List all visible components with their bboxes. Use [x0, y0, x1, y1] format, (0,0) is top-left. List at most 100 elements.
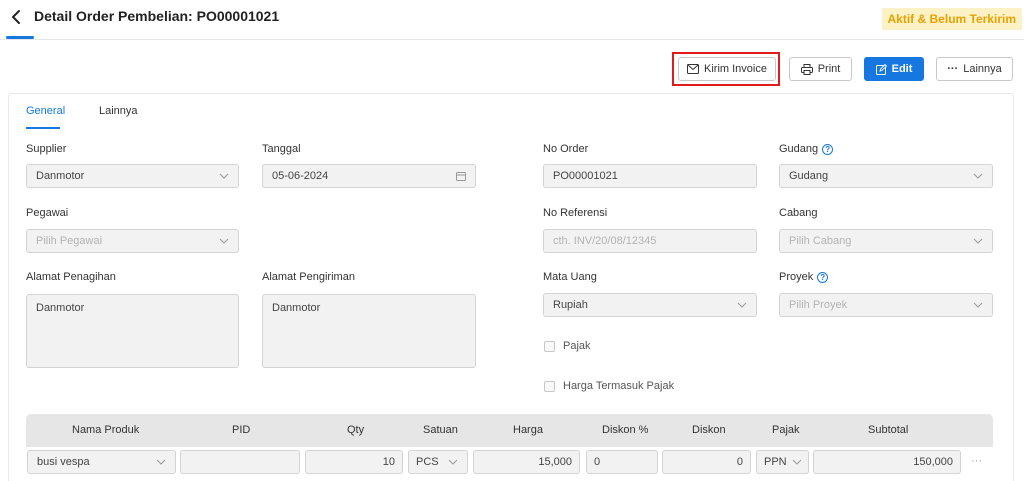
- no-referensi-input[interactable]: cth. INV/20/08/12345: [543, 229, 757, 253]
- diskon-input[interactable]: 0: [662, 450, 751, 474]
- tanggal-label: Tanggal: [262, 143, 301, 155]
- pegawai-placeholder: Pilih Pegawai: [36, 235, 103, 247]
- mata-uang-select[interactable]: Rupiah: [543, 293, 757, 317]
- no-order-value: PO00001021: [553, 170, 618, 182]
- gudang-label: Gudang ?: [779, 143, 834, 155]
- supplier-label: Supplier: [26, 143, 66, 155]
- column-header: PID: [232, 424, 251, 436]
- gudang-label-text: Gudang: [779, 143, 819, 155]
- pajak-select[interactable]: PPN: [756, 450, 809, 474]
- tab-lainnya[interactable]: Lainnya: [99, 105, 138, 117]
- pajak-value: PPN: [764, 456, 787, 468]
- harga-termasuk-pajak-checkbox[interactable]: [544, 380, 555, 392]
- harga-termasuk-pajak-row[interactable]: Harga Termasuk Pajak: [544, 380, 674, 392]
- mata-uang-value: Rupiah: [553, 299, 588, 311]
- gudang-value: Gudang: [789, 170, 829, 182]
- supplier-select[interactable]: Danmotor: [26, 164, 239, 188]
- proyek-select[interactable]: Pilih Proyek: [779, 293, 993, 317]
- edit-icon: [875, 63, 887, 75]
- pid-input[interactable]: [180, 450, 300, 474]
- calendar-icon: [456, 172, 466, 181]
- tanggal-value: 05-06-2024: [272, 170, 329, 182]
- page-header: Detail Order Pembelian: PO00001021 Aktif…: [0, 0, 1024, 40]
- qty-input[interactable]: 10: [305, 450, 403, 474]
- mata-uang-label: Mata Uang: [543, 271, 597, 283]
- alamat-pengiriman-textarea[interactable]: Danmotor: [262, 294, 476, 368]
- page-title: Detail Order Pembelian: PO00001021: [34, 8, 280, 24]
- pegawai-label: Pegawai: [26, 207, 68, 219]
- more-dots-icon: ···: [947, 63, 959, 75]
- cabang-label-text: Cabang: [779, 207, 818, 219]
- alamat-pengiriman-value: Danmotor: [272, 302, 321, 314]
- product-select[interactable]: busi vespa: [27, 450, 176, 474]
- column-header: Pajak: [772, 424, 800, 436]
- more-button[interactable]: ··· Lainnya: [936, 57, 1013, 81]
- subtotal-field: 150,000: [813, 450, 961, 474]
- pajak-checkbox-row[interactable]: Pajak: [544, 340, 591, 352]
- title-underline: [6, 36, 34, 39]
- print-label: Print: [817, 63, 841, 75]
- no-referensi-label-text: No Referensi: [543, 207, 608, 219]
- column-header: Harga: [513, 424, 543, 436]
- harga-termasuk-pajak-label: Harga Termasuk Pajak: [563, 380, 675, 392]
- tanggal-date-input[interactable]: 05-06-2024: [262, 164, 476, 188]
- proyek-placeholder: Pilih Proyek: [789, 299, 848, 311]
- pajak-checkbox-label: Pajak: [563, 340, 591, 352]
- harga-input[interactable]: 15,000: [473, 450, 580, 474]
- chevron-down-icon: [792, 459, 802, 465]
- edit-button[interactable]: Edit: [864, 57, 924, 81]
- tab-active-indicator: [26, 127, 60, 129]
- gudang-select[interactable]: Gudang: [779, 164, 993, 188]
- tab-general[interactable]: General: [26, 105, 65, 117]
- status-badge: Aktif & Belum Terkirim: [881, 8, 1022, 30]
- alamat-pengiriman-label: Alamat Pengiriman: [262, 271, 355, 283]
- column-header: Qty: [347, 424, 365, 436]
- column-header: Nama Produk: [72, 424, 140, 436]
- mata-uang-label-text: Mata Uang: [543, 271, 597, 283]
- tanggal-label-text: Tanggal: [262, 143, 301, 155]
- satuan-value: PCS: [416, 456, 439, 468]
- alamat-penagihan-textarea[interactable]: Danmotor: [26, 294, 239, 368]
- column-header: Satuan: [423, 424, 458, 436]
- column-header: Subtotal: [868, 424, 909, 436]
- pajak-checkbox[interactable]: [544, 340, 555, 352]
- chevron-down-icon: [973, 173, 983, 179]
- row-more-icon[interactable]: ···: [971, 455, 982, 467]
- chevron-down-icon: [219, 238, 229, 244]
- diskon-value: 0: [736, 456, 743, 468]
- supplier-label-text: Supplier: [26, 143, 67, 155]
- no-referensi-label: No Referensi: [543, 207, 607, 219]
- diskon-persen-input[interactable]: 0: [586, 450, 658, 474]
- chevron-down-icon: [737, 302, 747, 308]
- more-label: Lainnya: [963, 63, 1002, 75]
- print-button[interactable]: Print: [789, 57, 852, 81]
- alamat-penagihan-label: Alamat Penagihan: [26, 271, 116, 283]
- pegawai-label-text: Pegawai: [26, 207, 69, 219]
- help-icon[interactable]: ?: [817, 271, 829, 283]
- cabang-select[interactable]: Pilih Cabang: [779, 229, 993, 253]
- chevron-down-icon: [448, 459, 458, 465]
- chevron-down-icon: [973, 302, 983, 308]
- send-invoice-label: Kirim Invoice: [704, 63, 767, 75]
- no-order-label: No Order: [543, 143, 588, 155]
- qty-value: 10: [382, 456, 395, 468]
- alamat-penagihan-value: Danmotor: [36, 302, 85, 314]
- cabang-label: Cabang: [779, 207, 818, 219]
- proyek-label: Proyek ?: [779, 271, 829, 283]
- no-order-input[interactable]: PO00001021: [543, 164, 757, 188]
- chevron-down-icon: [156, 459, 166, 465]
- help-icon[interactable]: ?: [822, 143, 834, 155]
- harga-value: 15,000: [538, 456, 572, 468]
- satuan-select[interactable]: PCS: [408, 450, 468, 474]
- column-header: Diskon %: [602, 424, 649, 436]
- mail-icon: [687, 64, 700, 74]
- alamat-penagihan-label-text: Alamat Penagihan: [26, 271, 116, 283]
- product-value: busi vespa: [37, 456, 90, 468]
- proyek-label-text: Proyek: [779, 271, 814, 283]
- send-invoice-button[interactable]: Kirim Invoice: [678, 57, 776, 81]
- back-arrow-icon[interactable]: [10, 8, 24, 26]
- supplier-value: Danmotor: [36, 170, 85, 182]
- printer-icon: [800, 63, 813, 75]
- chevron-down-icon: [219, 173, 229, 179]
- pegawai-select[interactable]: Pilih Pegawai: [26, 229, 239, 253]
